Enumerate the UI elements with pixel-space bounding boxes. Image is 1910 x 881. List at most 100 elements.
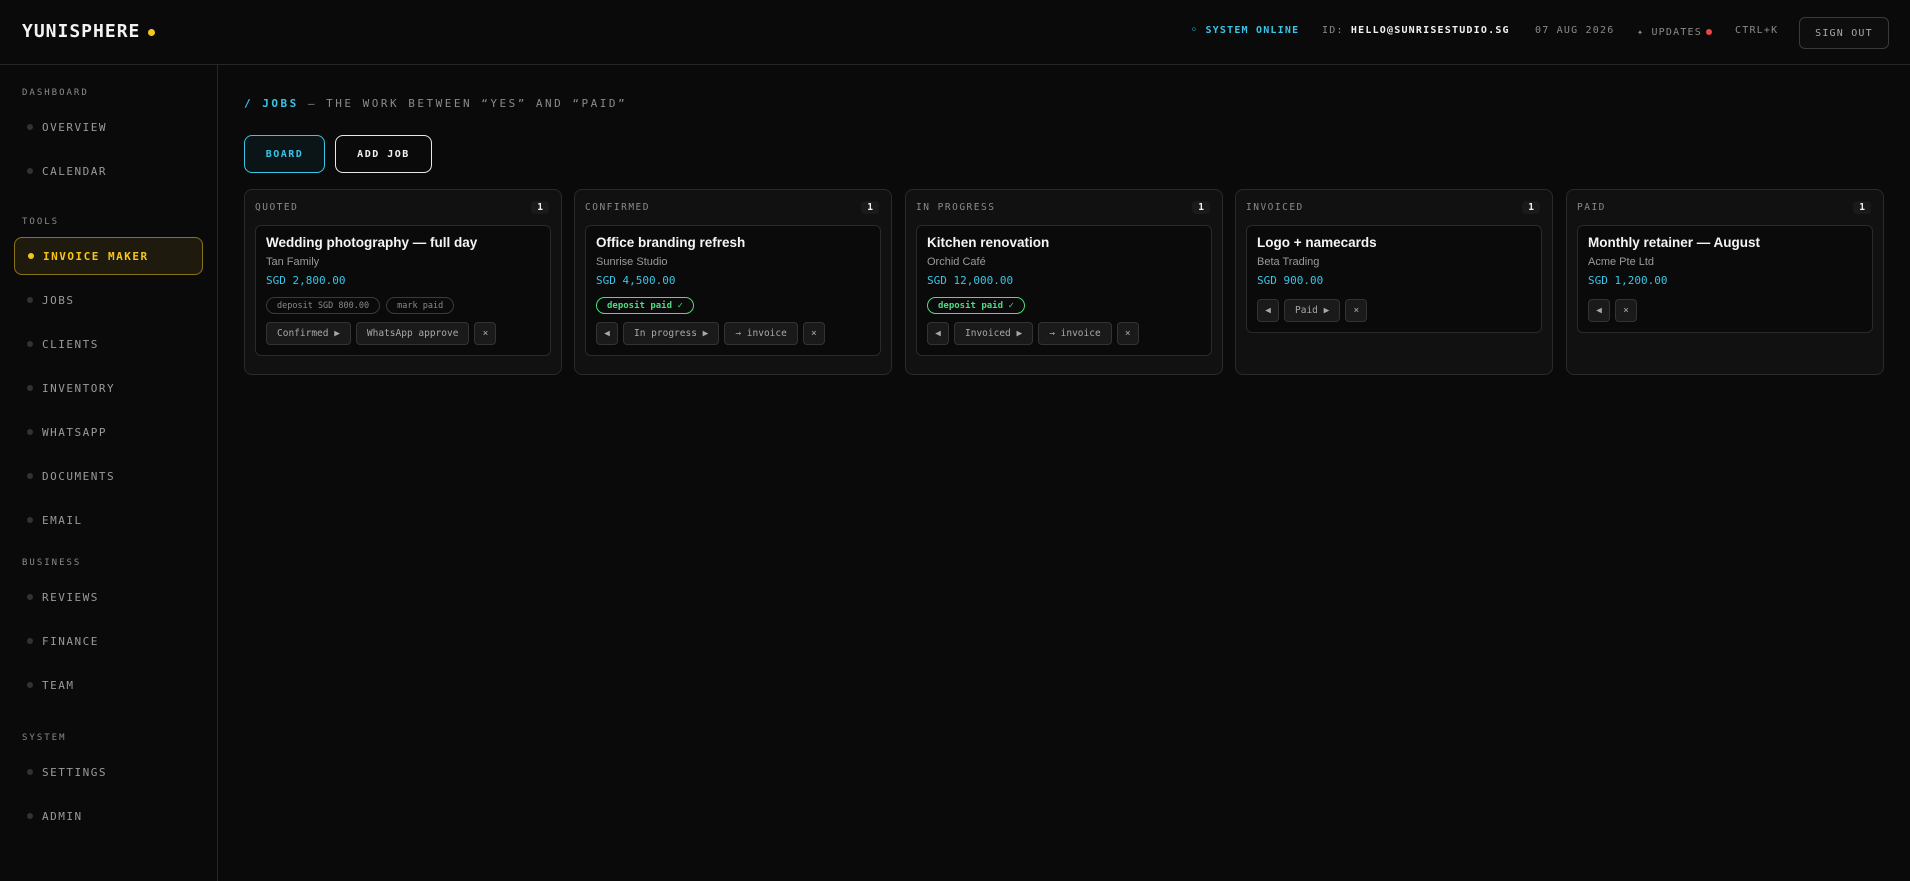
sidebar-item-label: INVOICE MAKER <box>43 249 149 263</box>
column-header: QUOTED 1 <box>255 200 549 214</box>
sidebar-item-jobs[interactable]: JOBS <box>14 281 203 319</box>
sidebar-item-label: INVENTORY <box>42 381 116 395</box>
job-title: Wedding photography — full day <box>266 235 478 250</box>
job-card[interactable]: Wedding photography — full day Tan Family… <box>255 225 551 356</box>
bullet-icon <box>27 594 33 600</box>
sidebar-item-overview[interactable]: OVERVIEW <box>14 108 203 146</box>
sign-out-button[interactable]: SIGN OUT <box>1799 17 1889 49</box>
invoiced-button[interactable]: Invoiced ▶ <box>954 322 1034 345</box>
sidebar-item-label: JOBS <box>42 293 75 307</box>
bullet-icon <box>27 297 33 303</box>
sidebar-item-invoice-maker[interactable]: INVOICE MAKER <box>14 237 203 275</box>
bullet-icon <box>27 124 33 130</box>
invoice-button[interactable]: → invoice <box>1038 322 1112 345</box>
deposit-paid-badge: deposit paid ✓ <box>927 297 1025 314</box>
column-count-badge: 1 <box>1853 200 1871 214</box>
sidebar-item-calendar[interactable]: CALENDAR <box>14 152 203 190</box>
job-actions: ◀ Paid ▶ × <box>1257 299 1368 322</box>
in-progress-button[interactable]: In progress ▶ <box>623 322 720 345</box>
board-view-button[interactable]: BOARD <box>244 135 325 173</box>
sidebar-item-team[interactable]: TEAM <box>14 666 203 704</box>
job-actions: ◀ × <box>1588 299 1637 322</box>
delete-job-button[interactable]: × <box>802 322 825 345</box>
notification-dot-icon <box>1706 29 1712 35</box>
column-quoted: QUOTED 1 Wedding photography — full day Tan… <box>244 189 562 375</box>
sidebar-item-finance[interactable]: FINANCE <box>14 622 203 660</box>
bullet-icon <box>27 517 33 523</box>
brand-name: YUNISPHERE <box>22 21 141 42</box>
bullet-icon <box>27 813 33 819</box>
breadcrumb: / JOBS — THE WORK BETWEEN “YES” AND “PAI… <box>244 97 627 110</box>
bullet-icon <box>27 769 33 775</box>
column-title: PAID <box>1577 201 1606 213</box>
account-id-value: HELLO@SUNRISESTUDIO.SG <box>1350 25 1510 36</box>
job-chips: deposit paid ✓ <box>927 297 1025 314</box>
add-job-button[interactable]: ADD JOB <box>335 135 432 173</box>
sidebar-item-clients[interactable]: CLIENTS <box>14 325 203 363</box>
sidebar-item-label: FINANCE <box>42 634 99 648</box>
sidebar-item-label: EMAIL <box>42 513 83 527</box>
column-paid: PAID 1 Monthly retainer — August Acme Pte L… <box>1566 189 1884 375</box>
column-count-badge: 1 <box>531 200 549 214</box>
delete-job-button[interactable]: × <box>1615 299 1637 322</box>
bullet-icon <box>27 638 33 644</box>
delete-job-button[interactable]: × <box>1345 299 1368 322</box>
whatsapp-approve-button[interactable]: WhatsApp approve <box>355 322 470 345</box>
sidebar-section-system: SYSTEM <box>22 733 67 743</box>
sidebar-item-reviews[interactable]: REVIEWS <box>14 578 203 616</box>
sidebar-section-business: BUSINESS <box>22 558 82 568</box>
job-card[interactable]: Office branding refresh Sunrise Studio SGD… <box>585 225 881 356</box>
job-title: Monthly retainer — August <box>1588 235 1761 250</box>
invoice-button[interactable]: → invoice <box>724 322 798 345</box>
job-chips: deposit SGD 800.00 mark paid <box>266 297 455 314</box>
account-id-label: ID: <box>1322 25 1344 36</box>
job-client: Tan Family <box>266 256 320 268</box>
sidebar-item-settings[interactable]: SETTINGS <box>14 753 203 791</box>
job-amount: SGD 1,200.00 <box>1588 274 1668 287</box>
column-in-progress: IN PROGRESS 1 Kitchen renovation Orchid Caf… <box>905 189 1223 375</box>
breadcrumb-section[interactable]: / JOBS <box>244 97 299 110</box>
job-actions: ◀ In progress ▶ → invoice × <box>596 322 825 345</box>
sidebar-item-label: DOCUMENTS <box>42 469 116 483</box>
top-bar: YUNISPHERE ◦ SYSTEM ONLINE ID: HELLO@SUN… <box>0 0 1910 65</box>
move-back-button[interactable]: ◀ <box>1257 299 1279 322</box>
job-actions: Confirmed ▶ WhatsApp approve × <box>266 322 497 345</box>
sidebar-item-inventory[interactable]: INVENTORY <box>14 369 203 407</box>
chip-deposit-sgd-800-00[interactable]: deposit SGD 800.00 <box>266 297 381 314</box>
job-card[interactable]: Monthly retainer — August Acme Pte Ltd SGD… <box>1577 225 1873 333</box>
bullet-icon <box>27 429 33 435</box>
move-back-button[interactable]: ◀ <box>596 322 618 345</box>
column-title: INVOICED <box>1246 201 1304 213</box>
bullet-icon <box>27 473 33 479</box>
column-count-badge: 1 <box>861 200 879 214</box>
delete-job-button[interactable]: × <box>474 322 497 345</box>
updates-link[interactable]: ✦ UPDATES <box>1637 27 1712 38</box>
column-title: CONFIRMED <box>585 201 650 213</box>
sidebar-item-admin[interactable]: ADMIN <box>14 797 203 835</box>
deposit-paid-badge: deposit paid ✓ <box>596 297 694 314</box>
paid-button[interactable]: Paid ▶ <box>1284 299 1341 322</box>
sidebar-item-label: CLIENTS <box>42 337 99 351</box>
job-title: Logo + namecards <box>1257 235 1377 250</box>
brand-logo[interactable]: YUNISPHERE <box>22 21 156 42</box>
job-client: Sunrise Studio <box>596 256 668 268</box>
bullet-icon <box>28 253 34 259</box>
sidebar-item-whatsapp[interactable]: WHATSAPP <box>14 413 203 451</box>
chip-mark-paid[interactable]: mark paid <box>386 297 455 314</box>
command-shortcut[interactable]: CTRL+K <box>1735 25 1778 36</box>
job-card[interactable]: Kitchen renovation Orchid Café SGD 12,000.… <box>916 225 1212 356</box>
sidebar-item-documents[interactable]: DOCUMENTS <box>14 457 203 495</box>
move-back-button[interactable]: ◀ <box>927 322 949 345</box>
sidebar-item-email[interactable]: EMAIL <box>14 501 203 539</box>
job-amount: SGD 12,000.00 <box>927 274 1014 287</box>
delete-job-button[interactable]: × <box>1116 322 1139 345</box>
move-back-button[interactable]: ◀ <box>1588 299 1610 322</box>
column-title: QUOTED <box>255 201 299 213</box>
confirmed-button[interactable]: Confirmed ▶ <box>266 322 351 345</box>
system-status: ◦ SYSTEM ONLINE <box>1191 25 1300 36</box>
sidebar-item-label: REVIEWS <box>42 590 99 604</box>
column-title: IN PROGRESS <box>916 201 996 213</box>
job-amount: SGD 4,500.00 <box>596 274 676 287</box>
job-card[interactable]: Logo + namecards Beta Trading SGD 900.00 ◀ P… <box>1246 225 1542 333</box>
breadcrumb-tagline: — THE WORK BETWEEN “YES” AND “PAID” <box>298 97 628 110</box>
